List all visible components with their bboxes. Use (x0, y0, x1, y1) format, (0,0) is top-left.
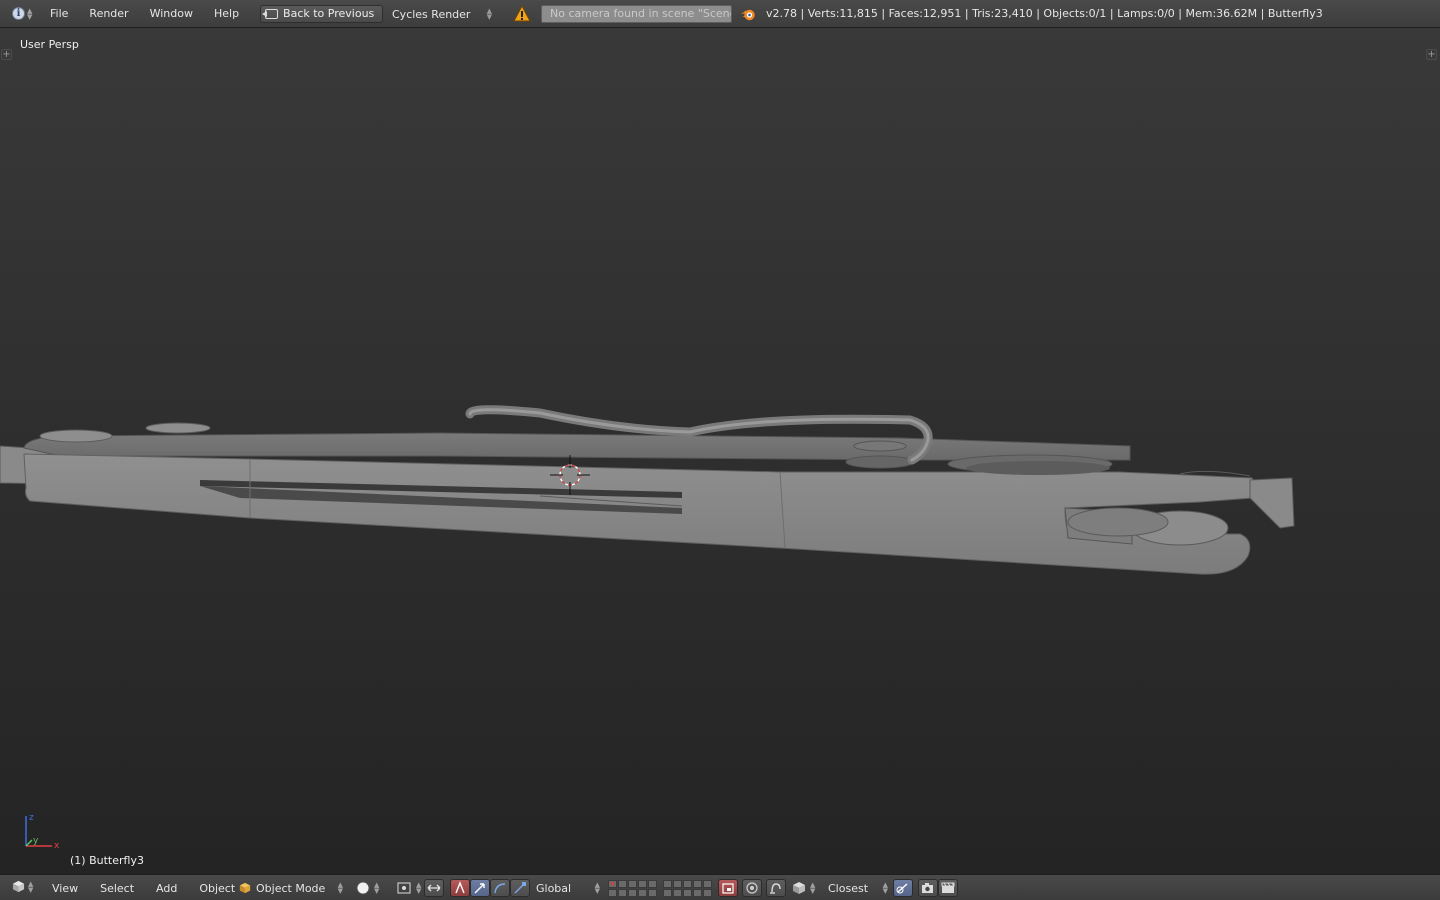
view3d-menu: View Select Add Object (52, 875, 257, 900)
menu-help[interactable]: Help (214, 7, 249, 20)
align-rotation-icon (896, 883, 908, 894)
scale-icon (514, 882, 526, 894)
snap-element-selector[interactable]: ▲ ▼ (788, 879, 819, 897)
proportional-edit-button[interactable] (742, 879, 762, 897)
proportional-edit-icon (746, 882, 758, 894)
render-engine-selector[interactable]: Cycles Render ▲ ▼ (384, 5, 496, 23)
menu-add[interactable]: Add (156, 882, 177, 895)
render-engine-label: Cycles Render (392, 7, 471, 21)
info-header: i ▲ ▼ File Render Window Help Back to Pre… (0, 0, 1440, 28)
selector-arrows-icon: ▲ ▼ (28, 879, 34, 894)
layer-grid-left[interactable] (608, 880, 657, 897)
manipulator-toggle-icon (427, 884, 441, 892)
rotate-icon (474, 883, 485, 894)
interaction-mode-selector[interactable]: Object Mode ▲ ▼ (235, 879, 347, 897)
viewport-shading-selector[interactable]: ▲ ▼ (352, 879, 383, 897)
back-to-previous-label: Back to Previous (283, 7, 375, 20)
render-animation-icon (941, 882, 955, 893)
menu-file[interactable]: File (50, 7, 78, 20)
pivot-icon (397, 882, 411, 894)
blender-logo-icon (741, 9, 755, 21)
axis-z-label: z (29, 813, 34, 823)
axis-x-label: x (54, 841, 60, 850)
manipulator-toggle-button[interactable] (424, 879, 444, 897)
layer-grid-right[interactable] (663, 880, 712, 897)
rotate-manipulator-button[interactable] (470, 879, 490, 897)
translate-manipulator-button[interactable] (450, 879, 470, 897)
editor-type-selector[interactable]: i ▲ ▼ (12, 7, 38, 20)
snap-target-selector[interactable]: Closest ▲ ▼ (824, 879, 892, 897)
selector-arrows-icon: ▲ ▼ (27, 6, 33, 21)
axis-y-label: y (33, 836, 39, 846)
snap-target-label: Closest (828, 881, 869, 895)
transform-orientation-selector[interactable]: Global ▲ ▼ (532, 879, 604, 897)
3d-view-header: ▲ ▼ View Select Add Object Object Mode ▲ ▼… (0, 874, 1440, 900)
lock-layers-icon (722, 883, 734, 894)
menu-select[interactable]: Select (100, 882, 134, 895)
info-icon: i (12, 7, 25, 20)
active-object-label: (1) Butterfly3 (70, 854, 144, 867)
opengl-render-animation-button[interactable] (938, 879, 958, 897)
dropdown-arrows-icon: ▲ ▼ (337, 881, 343, 895)
dropdown-arrows-icon: ▲ ▼ (594, 881, 600, 895)
menu-render[interactable]: Render (89, 7, 138, 20)
axis-gizmo: z y x (25, 813, 60, 850)
rotate-arc-button[interactable] (490, 879, 510, 897)
solid-shading-icon (356, 881, 370, 895)
3d-viewport[interactable]: User Persp + + z y x (1) Butterfly3 (0, 28, 1440, 874)
dropdown-arrows-icon: ▲ ▼ (374, 881, 380, 895)
snap-icon (770, 883, 781, 894)
opengl-render-button[interactable] (918, 879, 938, 897)
back-to-previous-button[interactable]: Back to Previous (260, 4, 384, 23)
render-camera-icon (922, 883, 933, 893)
pivot-point-selector[interactable]: ▲ ▼ (392, 879, 425, 897)
menu-view[interactable]: View (52, 882, 78, 895)
warning-report[interactable]: No camera found in scene "Scene" (541, 5, 732, 23)
rotate-arc-icon (494, 883, 506, 894)
warning-icon (513, 5, 531, 22)
cube-icon (12, 880, 25, 893)
scene-statistics: v2.78 | Verts:11,815 | Faces:12,951 | Tr… (766, 7, 1323, 20)
object-mode-icon (239, 882, 251, 894)
dropdown-arrows-icon: ▲ ▼ (810, 881, 816, 895)
butterfly-knife-model[interactable] (0, 28, 1440, 874)
snap-toggle-button[interactable] (766, 879, 786, 897)
top-menu: File Render Window Help (50, 7, 260, 20)
menu-window[interactable]: Window (150, 7, 203, 20)
orientation-label: Global (536, 881, 572, 895)
editor-type-selector-3d[interactable]: ▲ ▼ (12, 880, 33, 893)
dropdown-arrows-icon: ▲ ▼ (486, 7, 492, 21)
snap-element-icon (793, 882, 805, 894)
back-screen-icon (262, 8, 279, 19)
lock-layers-button[interactable] (718, 879, 738, 897)
dropdown-arrows-icon: ▲ ▼ (416, 881, 422, 895)
scale-manipulator-button[interactable] (510, 879, 530, 897)
menu-object[interactable]: Object (199, 882, 235, 895)
snap-align-rotation-button[interactable] (893, 879, 913, 897)
mode-label: Object Mode (256, 881, 326, 895)
dropdown-arrows-icon: ▲ ▼ (882, 881, 888, 895)
translate-icon (455, 881, 465, 894)
